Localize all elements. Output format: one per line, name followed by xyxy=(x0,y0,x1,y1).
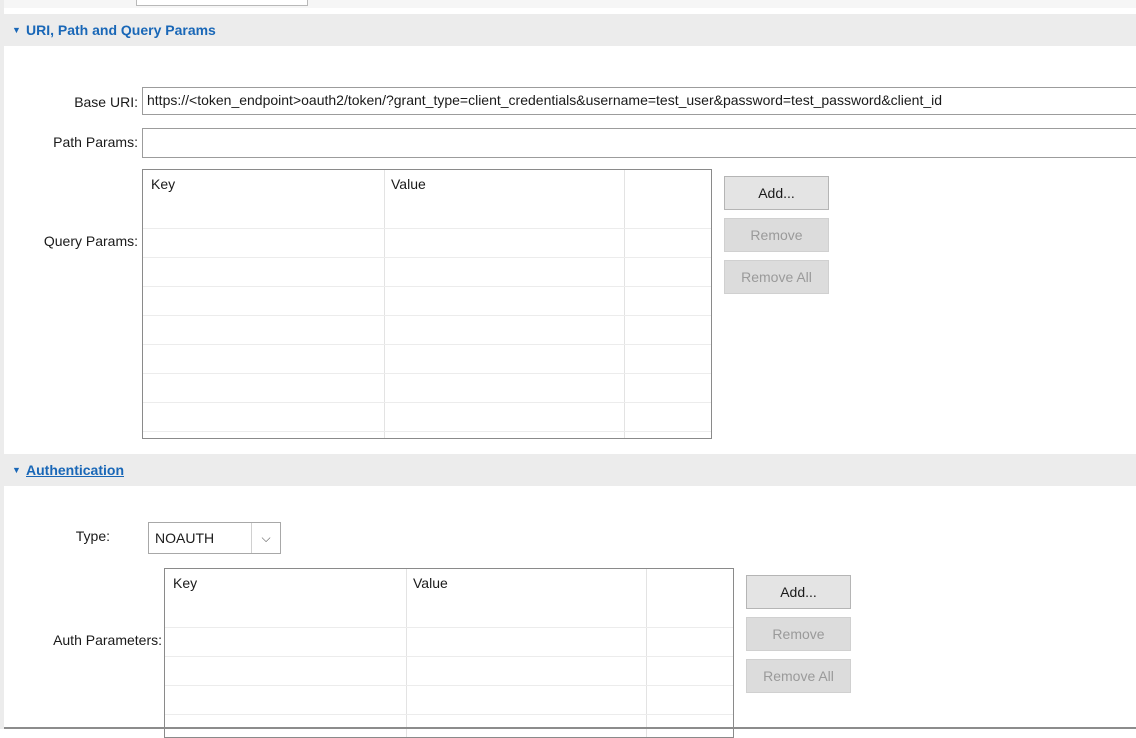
uri-section-header[interactable]: ▼ URI, Path and Query Params xyxy=(4,14,1136,46)
auth-add-button[interactable]: Add... xyxy=(746,575,851,609)
row-divider xyxy=(165,627,733,628)
path-params-input[interactable] xyxy=(142,128,1136,158)
column-divider xyxy=(384,170,385,438)
column-header-key[interactable]: Key xyxy=(151,176,175,192)
query-remove-button[interactable]: Remove xyxy=(724,218,829,252)
column-header-value[interactable]: Value xyxy=(391,176,426,192)
row-divider xyxy=(143,373,711,374)
previous-field-stub xyxy=(136,0,308,6)
row-divider xyxy=(143,315,711,316)
base-uri-label: Base URI: xyxy=(74,94,138,110)
row-divider xyxy=(165,656,733,657)
uri-section-title[interactable]: URI, Path and Query Params xyxy=(26,22,216,38)
row-divider xyxy=(143,257,711,258)
auth-type-label: Type: xyxy=(75,528,110,544)
column-divider xyxy=(406,569,407,737)
row-divider xyxy=(143,344,711,345)
column-header-value[interactable]: Value xyxy=(413,575,448,591)
chevron-down-icon[interactable]: ▼ xyxy=(12,25,22,35)
row-divider xyxy=(143,228,711,229)
row-divider xyxy=(143,431,711,432)
auth-section-header[interactable]: ▼ Authentication xyxy=(4,454,1136,486)
auth-type-value: NOAUTH xyxy=(155,530,215,546)
auth-section-title[interactable]: Authentication xyxy=(26,462,124,478)
query-remove-all-button[interactable]: Remove All xyxy=(724,260,829,294)
auth-parameters-table[interactable]: Key Value xyxy=(164,568,734,738)
column-divider xyxy=(646,569,647,737)
previous-section-stub xyxy=(0,0,1136,8)
auth-parameters-label: Auth Parameters: xyxy=(53,632,162,648)
row-divider xyxy=(143,286,711,287)
auth-remove-all-button[interactable]: Remove All xyxy=(746,659,851,693)
chevron-down-icon[interactable]: ▼ xyxy=(12,465,22,475)
query-params-table[interactable]: Key Value xyxy=(142,169,712,439)
row-divider xyxy=(165,714,733,715)
base-uri-input[interactable]: https://<token_endpoint>oauth2/token/?gr… xyxy=(142,87,1136,115)
query-add-button[interactable]: Add... xyxy=(724,176,829,210)
query-params-label: Query Params: xyxy=(43,233,138,249)
column-divider xyxy=(624,170,625,438)
auth-remove-button[interactable]: Remove xyxy=(746,617,851,651)
table-header: Key Value xyxy=(165,569,733,627)
column-header-key[interactable]: Key xyxy=(173,575,197,591)
auth-type-select[interactable]: NOAUTH ⌵ xyxy=(148,522,281,554)
chevron-down-icon[interactable]: ⌵ xyxy=(252,531,280,546)
path-params-label: Path Params: xyxy=(53,134,138,150)
row-divider xyxy=(143,402,711,403)
table-header: Key Value xyxy=(143,170,711,228)
row-divider xyxy=(165,685,733,686)
